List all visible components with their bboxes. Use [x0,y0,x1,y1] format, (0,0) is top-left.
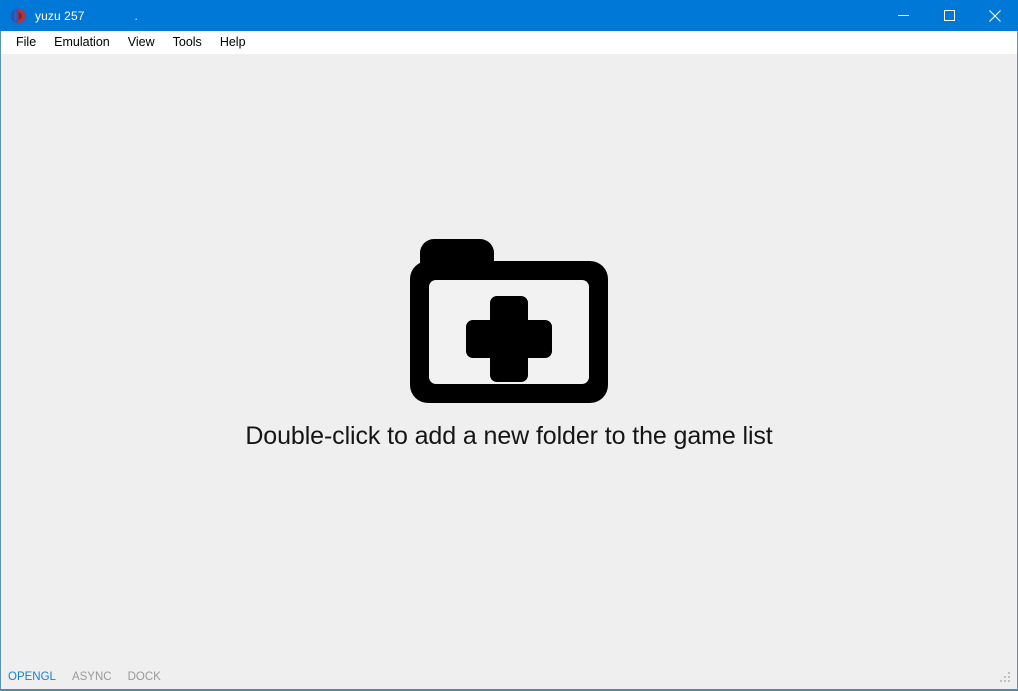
close-icon [989,9,1001,22]
menu-item-file[interactable]: File [7,32,45,53]
minimize-button[interactable] [880,0,926,31]
status-badge-dock[interactable]: DOCK [128,671,161,683]
add-folder-placeholder[interactable]: Double-click to add a new folder to the … [245,231,773,451]
yuzu-main-window: yuzu 257 . File Emulation View Tools Hel… [0,0,1018,691]
status-bar: OPENGL ASYNC DOCK [0,665,1018,691]
add-folder-message: Double-click to add a new folder to the … [245,421,773,450]
game-list-area[interactable]: Double-click to add a new folder to the … [0,54,1018,665]
menu-item-tools[interactable]: Tools [164,32,211,53]
status-badge-async[interactable]: ASYNC [72,671,112,683]
yuzu-logo-icon [8,6,28,26]
close-button[interactable] [972,0,1018,31]
menu-item-help[interactable]: Help [211,32,255,53]
window-title: yuzu 257 [35,8,85,23]
menu-bar: File Emulation View Tools Help [0,31,1018,54]
window-title-suffix: . [134,8,138,23]
folder-plus-icon [408,231,610,409]
menu-item-view[interactable]: View [119,32,164,53]
window-controls [880,0,1018,31]
maximize-icon [943,10,955,21]
status-badge-opengl[interactable]: OPENGL [8,671,56,683]
menu-item-emulation[interactable]: Emulation [45,32,119,53]
maximize-button[interactable] [926,0,972,31]
minimize-icon [897,10,909,21]
resize-grip-icon[interactable] [997,669,1013,685]
title-bar[interactable]: yuzu 257 . [0,0,1018,31]
